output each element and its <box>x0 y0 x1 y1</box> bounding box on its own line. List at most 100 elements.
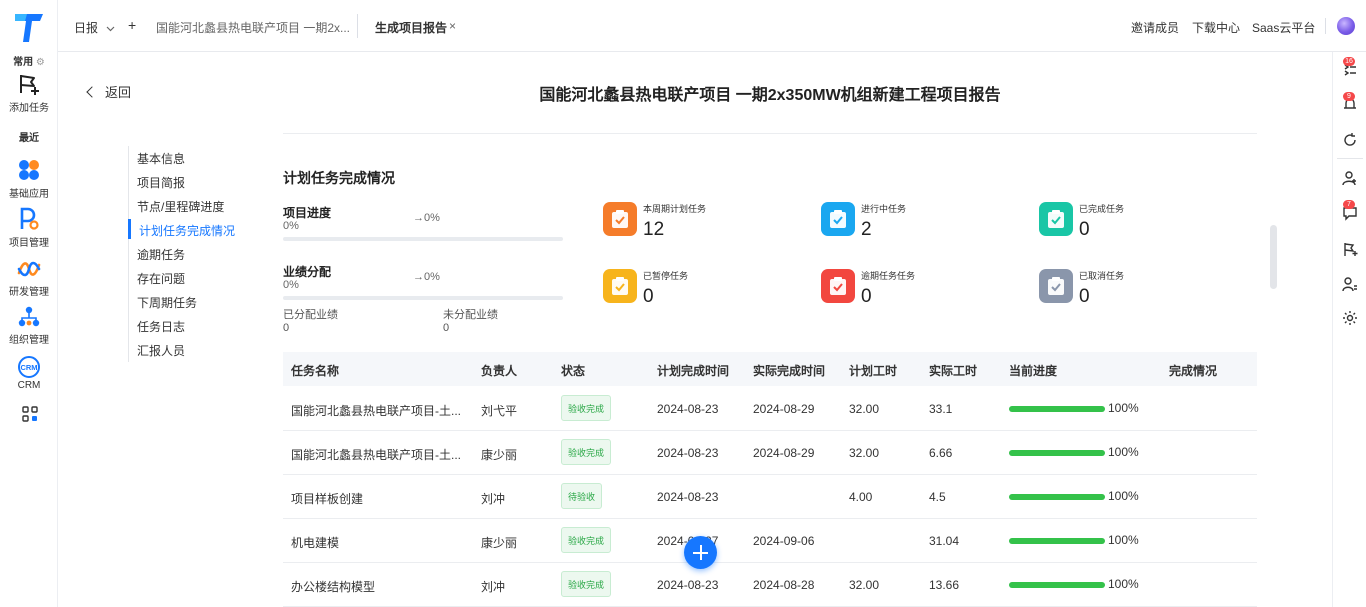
progress-bar <box>1009 406 1105 412</box>
app-label-basic[interactable]: 基础应用 <box>0 185 58 200</box>
add-task-label[interactable]: 添加任务 <box>0 99 58 114</box>
scrollbar-thumb[interactable] <box>1270 225 1277 289</box>
user-id-icon[interactable] <box>1342 276 1358 292</box>
actual-hours-cell: 31.04 <box>929 534 960 548</box>
gear-icon[interactable] <box>1342 310 1358 326</box>
status-badge: 待验收 <box>561 483 603 509</box>
project-icon[interactable] <box>17 207 41 231</box>
col-actual-hours[interactable]: 实际工时 <box>929 362 977 379</box>
four-dots-icon[interactable] <box>17 158 41 182</box>
progress-bar <box>1009 494 1105 500</box>
back-button[interactable]: 返回 <box>86 82 131 101</box>
recent-label: 最近 <box>19 133 39 144</box>
owner-cell: 康少丽 <box>481 448 518 462</box>
actual-hours-cell: 13.66 <box>929 578 960 592</box>
task-name-cell: 机电建模 <box>291 536 340 550</box>
stat-label: 进行中任务 <box>861 204 907 214</box>
stat-overdue[interactable]: 逾期任务任务 0 <box>821 269 1021 319</box>
col-owner[interactable]: 负责人 <box>481 362 517 379</box>
performance-label: 业绩分配 <box>283 265 332 279</box>
stat-value: 0 <box>643 286 654 307</box>
stat-value: 0 <box>1079 286 1090 307</box>
stat-planned[interactable]: 本周期计划任务 12 <box>603 202 803 252</box>
actual-hours-cell: 33.1 <box>929 402 953 416</box>
crm-icon[interactable]: CRM <box>17 355 41 379</box>
invite-members-link[interactable]: 邀请成员 <box>1131 19 1179 36</box>
title-divider <box>283 133 1257 134</box>
owner-cell: 刘冲 <box>481 580 506 594</box>
daily-dropdown[interactable]: 日报 <box>74 19 115 36</box>
unallocated-value: 0 <box>443 322 450 334</box>
more-apps-icon[interactable] <box>22 406 38 422</box>
add-tab-button[interactable]: + <box>128 17 136 33</box>
toc-item-overdue[interactable]: 逾期任务 <box>137 246 185 263</box>
stat-value: 0 <box>861 286 872 307</box>
badge-count: 9 <box>1343 92 1355 101</box>
progress-bar <box>1009 582 1105 588</box>
progress-bar-fill <box>1009 582 1105 588</box>
chevron-down-icon <box>106 26 115 32</box>
actual-date-cell: 2024-08-29 <box>753 446 815 460</box>
org-tree-icon[interactable] <box>17 305 41 329</box>
refresh-icon[interactable] <box>1342 132 1358 148</box>
table-row[interactable]: 机电建模康少丽2024-08-272024-09-0631.04验收完成100% <box>283 519 1257 563</box>
toc-item-plan-tasks[interactable]: 计划任务完成情况 <box>139 222 235 239</box>
stat-label: 本周期计划任务 <box>643 204 707 214</box>
task-name-cell: 国能河北蠡县热电联产项目-土... <box>291 404 461 418</box>
saas-platform-link[interactable]: Saas云平台 <box>1252 19 1315 36</box>
toc-item-basic-info[interactable]: 基本信息 <box>137 150 185 167</box>
stat-cancelled[interactable]: 已取消任务 0 <box>1039 269 1239 319</box>
toc-item-reporters[interactable]: 汇报人员 <box>137 342 185 359</box>
allocated-label: 已分配业绩 <box>283 309 338 321</box>
col-progress[interactable]: 当前进度 <box>1009 362 1057 379</box>
owner-cell: 刘冲 <box>481 492 506 506</box>
stat-paused[interactable]: 已暂停任务 0 <box>603 269 803 319</box>
badge-count: 16 <box>1343 57 1355 66</box>
user-add-icon[interactable] <box>1342 170 1358 186</box>
col-task-name[interactable]: 任务名称 <box>291 362 339 379</box>
owner-cell: 康少丽 <box>481 536 518 550</box>
progress-value: 0% <box>283 220 299 232</box>
col-plan-date[interactable]: 计划完成时间 <box>657 362 729 379</box>
table-row[interactable]: 国能河北蠡县热电联产项目-土... 刘弋平 2024-08-23 2024-08-29… <box>283 387 1257 431</box>
add-task-icon[interactable] <box>17 72 41 96</box>
stat-in-progress[interactable]: 进行中任务 2 <box>821 202 1021 252</box>
toc-active-indicator <box>128 219 131 239</box>
floating-add-button[interactable] <box>684 536 717 569</box>
stat-completed[interactable]: 已完成任务 0 <box>1039 202 1239 252</box>
tab-close-button[interactable]: × <box>449 19 456 33</box>
toc-item-milestones[interactable]: 节点/里程碑进度 <box>137 198 224 215</box>
top-bar: 日报 + 国能河北蠡县热电联产项目 一期2x... 生成项目报告 × 邀请成员 … <box>58 0 1366 52</box>
col-plan-hours[interactable]: 计划工时 <box>849 362 897 379</box>
progress-label: 项目进度 <box>283 206 332 220</box>
table-row[interactable]: 项目样板创建 刘冲 2024-08-23 4.00 4.5 待验收 100% <box>283 475 1257 519</box>
actual-date-cell: 2024-08-29 <box>753 402 815 416</box>
status-badge: 验收完成 <box>561 395 612 421</box>
avatar[interactable] <box>1337 17 1355 35</box>
toc-item-next-period[interactable]: 下周期任务 <box>137 294 197 311</box>
tab-project[interactable]: 国能河北蠡县热电联产项目 一期2x... <box>156 19 350 36</box>
actual-hours-cell: 4.5 <box>929 490 946 504</box>
infinity-icon[interactable] <box>17 257 41 281</box>
app-label-rd[interactable]: 研发管理 <box>0 283 58 298</box>
col-completion[interactable]: 完成情况 <box>1169 362 1217 379</box>
table-row[interactable]: 国能河北蠡县热电联产项目-土... 康少丽 2024-08-23 2024-08-29… <box>283 431 1257 475</box>
app-logo-icon[interactable] <box>13 10 45 44</box>
app-label-org[interactable]: 组织管理 <box>0 331 58 346</box>
col-status[interactable]: 状态 <box>561 362 585 379</box>
clipboard-check-icon <box>1039 202 1073 236</box>
download-center-link[interactable]: 下载中心 <box>1192 19 1240 36</box>
app-label-project[interactable]: 项目管理 <box>0 234 58 249</box>
table-row[interactable]: 办公楼结构模型 刘冲 2024-08-23 2024-08-28 32.00 13.66 验… <box>283 563 1257 607</box>
col-actual-date[interactable]: 实际完成时间 <box>753 362 825 379</box>
tab-report[interactable]: 生成项目报告 <box>375 19 447 36</box>
toc-item-issues[interactable]: 存在问题 <box>137 270 185 287</box>
flag-add-icon[interactable] <box>1342 241 1358 257</box>
progress-percent: 100% <box>1108 489 1139 503</box>
badge-count: 7 <box>1343 200 1355 209</box>
stat-label: 已完成任务 <box>1079 204 1125 214</box>
actual-date-cell: 2024-08-28 <box>753 578 815 592</box>
app-label-crm[interactable]: CRM <box>0 380 58 391</box>
toc-item-brief[interactable]: 项目简报 <box>137 174 185 191</box>
toc-item-log[interactable]: 任务日志 <box>137 318 185 335</box>
